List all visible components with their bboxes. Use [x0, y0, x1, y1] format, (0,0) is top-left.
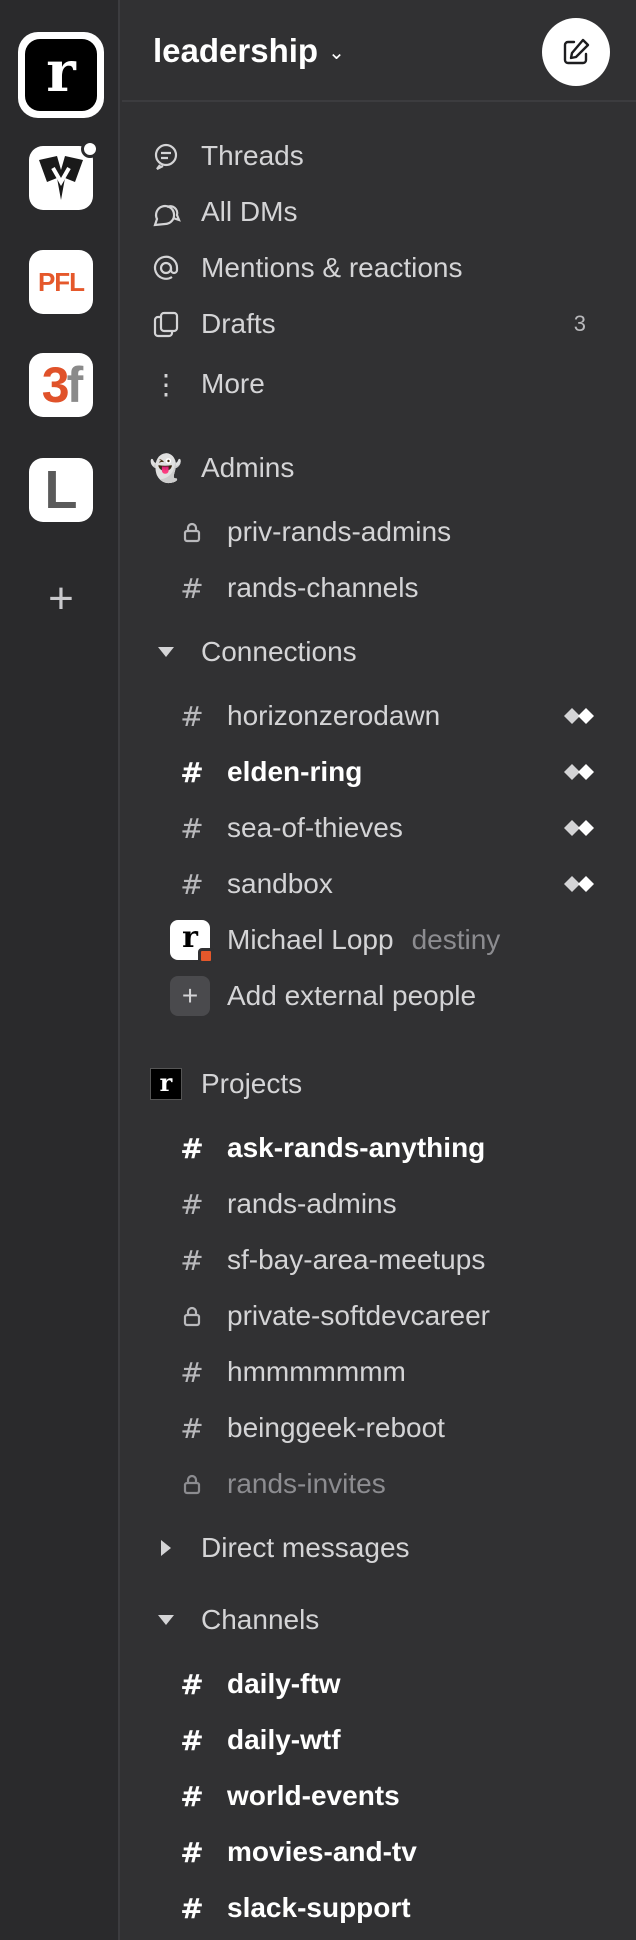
- nav-all-dms[interactable]: All DMs: [122, 188, 636, 236]
- hash-icon: #: [180, 811, 204, 845]
- channel-priv-rands-admins[interactable]: priv-rands-admins: [122, 508, 636, 556]
- section-projects[interactable]: r Projects: [122, 1060, 636, 1108]
- dm-workspace: destiny: [411, 924, 501, 955]
- nav-drafts[interactable]: Drafts 3: [122, 300, 636, 348]
- sidebar-header: leadership ⌄: [122, 0, 636, 102]
- plus-icon: +: [170, 976, 210, 1016]
- channel-rands-channels[interactable]: # rands-channels: [122, 564, 636, 612]
- rands-logo-icon: r: [150, 1068, 182, 1100]
- lock-icon: [176, 1468, 208, 1500]
- shared-channel-icon: [564, 708, 594, 724]
- compose-icon: [563, 38, 590, 65]
- destiny-logo-icon: [39, 156, 83, 200]
- drafts-icon: [150, 308, 182, 340]
- dms-icon: [150, 196, 182, 228]
- more-icon: ⋮: [152, 368, 180, 400]
- channel-elden-ring[interactable]: # elden-ring: [122, 748, 636, 796]
- compose-button[interactable]: [542, 18, 610, 86]
- caret-down-icon: [150, 636, 182, 668]
- at-icon: [150, 252, 182, 284]
- hash-icon: #: [180, 1835, 204, 1869]
- channel-daily-wtf[interactable]: # daily-wtf: [122, 1716, 636, 1764]
- add-workspace-button[interactable]: +: [38, 576, 84, 622]
- channel-sf-bay-area-meetups[interactable]: # sf-bay-area-meetups: [122, 1236, 636, 1284]
- workspace-rands[interactable]: r: [18, 32, 104, 118]
- channel-sidebar: leadership ⌄ Threads All DMs Mentions & …: [122, 0, 636, 1940]
- lock-icon: [176, 516, 208, 548]
- workspace-destiny[interactable]: [29, 140, 99, 210]
- channel-movies-and-tv[interactable]: # movies-and-tv: [122, 1828, 636, 1876]
- nav-more[interactable]: ⋮ More: [122, 360, 636, 408]
- drafts-count: 3: [573, 311, 586, 336]
- channel-slack-support[interactable]: # slack-support: [122, 1884, 636, 1932]
- status-indicator: [198, 948, 214, 964]
- workspace-rail: r PFL 3f L +: [0, 0, 120, 1940]
- workspace-pfl[interactable]: PFL: [29, 250, 93, 314]
- dm-name: Michael Lopp: [227, 924, 394, 955]
- unread-dot: [81, 140, 99, 158]
- channel-sandbox[interactable]: # sandbox: [122, 860, 636, 908]
- hash-icon: #: [180, 1667, 204, 1701]
- hash-icon: #: [180, 1779, 204, 1813]
- channel-rands-admins[interactable]: # rands-admins: [122, 1180, 636, 1228]
- channel-private-softdevcareer[interactable]: private-softdevcareer: [122, 1292, 636, 1340]
- shared-channel-icon: [564, 820, 594, 836]
- workspace-name: leadership: [153, 32, 319, 69]
- hash-icon: #: [180, 1723, 204, 1757]
- nav-mentions[interactable]: Mentions & reactions: [122, 244, 636, 292]
- threads-icon: [150, 140, 182, 172]
- channel-sea-of-thieves[interactable]: # sea-of-thieves: [122, 804, 636, 852]
- section-connections[interactable]: Connections: [122, 628, 636, 676]
- avatar: r: [170, 920, 214, 964]
- section-admins[interactable]: 👻 Admins: [122, 444, 636, 492]
- hash-icon: #: [180, 867, 204, 901]
- dm-michael-lopp[interactable]: r Michael Lopp destiny: [122, 916, 636, 964]
- channel-beinggeek-reboot[interactable]: # beinggeek-reboot: [122, 1404, 636, 1452]
- workspace-l[interactable]: L: [29, 458, 93, 522]
- hash-icon: #: [180, 1243, 204, 1277]
- hash-icon: #: [180, 1891, 204, 1925]
- hash-icon: #: [180, 1187, 204, 1221]
- hash-icon: #: [180, 571, 204, 605]
- hash-icon: #: [180, 699, 204, 733]
- add-external-people-button[interactable]: + Add external people: [122, 972, 636, 1020]
- shared-channel-icon: [564, 764, 594, 780]
- hash-icon: #: [180, 1355, 204, 1389]
- channel-world-events[interactable]: # world-events: [122, 1772, 636, 1820]
- channel-hmmmmmmm[interactable]: # hmmmmmmm: [122, 1348, 636, 1396]
- channel-horizonzerodawn[interactable]: # horizonzerodawn: [122, 692, 636, 740]
- nav-threads[interactable]: Threads: [122, 132, 636, 180]
- section-direct-messages[interactable]: Direct messages: [122, 1524, 636, 1572]
- workspace-3f[interactable]: 3f: [29, 353, 93, 417]
- caret-down-icon: [150, 1604, 182, 1636]
- shared-channel-icon: [564, 876, 594, 892]
- hash-icon: #: [180, 1131, 204, 1165]
- lock-icon: [176, 1300, 208, 1332]
- workspace-rands-logo: r: [25, 39, 97, 111]
- workspace-switcher[interactable]: leadership ⌄: [153, 32, 345, 70]
- chevron-down-icon: ⌄: [328, 41, 345, 64]
- hash-icon: #: [180, 755, 204, 789]
- channel-daily-ftw[interactable]: # daily-ftw: [122, 1660, 636, 1708]
- channel-ask-rands-anything[interactable]: # ask-rands-anything: [122, 1124, 636, 1172]
- caret-right-icon: [150, 1532, 182, 1564]
- hash-icon: #: [180, 1411, 204, 1445]
- section-channels[interactable]: Channels: [122, 1596, 636, 1644]
- ghost-emoji-icon: 👻: [149, 452, 183, 483]
- channel-rands-invites[interactable]: rands-invites: [122, 1460, 636, 1508]
